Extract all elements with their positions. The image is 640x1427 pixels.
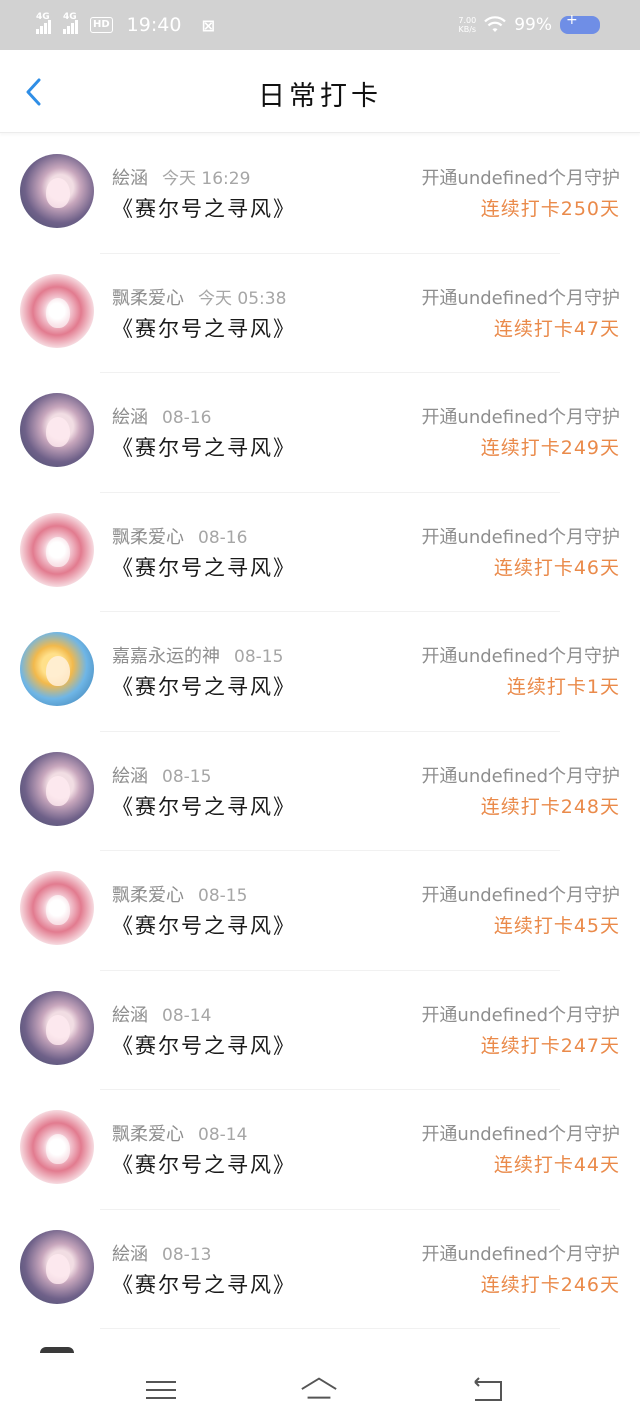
- user-name[interactable]: 絵涵: [112, 1005, 148, 1026]
- user-info: 飘柔爱心 08-15: [112, 881, 247, 907]
- user-info: 飘柔爱心 今天 05:38: [112, 284, 286, 310]
- user-info: 嘉嘉永运的神 08-15: [112, 642, 283, 668]
- book-title: 《赛尔号之寻风》: [112, 197, 296, 221]
- user-name[interactable]: 絵涵: [112, 407, 148, 428]
- battery-percent: 99%: [514, 15, 552, 35]
- avatar[interactable]: [20, 751, 94, 826]
- user-info: 絵涵 08-16: [112, 403, 211, 429]
- avatar[interactable]: [20, 990, 94, 1065]
- menu-icon[interactable]: [141, 1373, 181, 1407]
- avatar[interactable]: [20, 632, 94, 706]
- checkin-date: 今天 05:38: [198, 288, 287, 309]
- user-info: 絵涵 08-13: [112, 1240, 211, 1266]
- guard-info: 开通undefined个月守护: [421, 526, 620, 548]
- guard-info: 开通undefined个月守护: [421, 646, 620, 667]
- streak-count: 连续打卡1天: [506, 676, 620, 698]
- wifi-icon: [484, 16, 506, 32]
- guard-info: 开通undefined个月守护: [421, 1243, 620, 1265]
- checkin-date: 08-13: [162, 1244, 212, 1265]
- checkin-date: 08-15: [234, 647, 284, 667]
- avatar[interactable]: [20, 1229, 94, 1304]
- streak-count: 连续打卡246天: [480, 1273, 620, 1296]
- streak-count: 连续打卡46天: [493, 556, 620, 579]
- user-name[interactable]: 嘉嘉永运的神: [112, 646, 220, 667]
- user-name[interactable]: 飘柔爱心: [112, 885, 184, 906]
- list-item[interactable]: 絵涵 08-16 《赛尔号之寻风》 开通undefined个月守护 连续打卡249…: [0, 373, 640, 493]
- status-bar: 4G 4G HD 19:40 ⊠ 7.00 KB/s 99%: [0, 0, 640, 50]
- avatar[interactable]: [20, 273, 94, 348]
- hd-badge: HD: [90, 17, 113, 33]
- user-info: 絵涵 08-14: [112, 1001, 211, 1027]
- avatar[interactable]: [20, 1110, 94, 1184]
- avatar[interactable]: [20, 154, 94, 228]
- checkin-date: 08-16: [198, 527, 248, 548]
- back-arrow-icon[interactable]: [467, 1373, 507, 1407]
- checkin-date: 08-15: [162, 766, 212, 787]
- checkin-date: 今天 16:29: [162, 169, 251, 189]
- divider: [100, 1328, 560, 1329]
- guard-info: 开通undefined个月守护: [421, 168, 620, 189]
- user-name[interactable]: 飘柔爱心: [112, 527, 184, 548]
- list-item[interactable]: 飘柔爱心 08-14 《赛尔号之寻风》 开通undefined个月守护 连续打卡4…: [0, 1090, 640, 1210]
- book-title: 《赛尔号之寻风》: [112, 1153, 296, 1177]
- user-name[interactable]: 絵涵: [112, 766, 148, 787]
- book-title: 《赛尔号之寻风》: [112, 794, 296, 819]
- status-time: 19:40: [126, 14, 182, 36]
- user-name[interactable]: 絵涵: [112, 1244, 148, 1265]
- user-info: 絵涵 今天 16:29: [112, 164, 250, 190]
- guard-info: 开通undefined个月守护: [421, 407, 620, 428]
- guard-info: 开通undefined个月守护: [421, 1004, 620, 1026]
- streak-count: 连续打卡47天: [493, 317, 620, 340]
- guard-info: 开通undefined个月守护: [421, 765, 620, 787]
- list-item[interactable]: 絵涵 08-15 《赛尔号之寻风》 开通undefined个月守护 连续打卡248…: [0, 732, 640, 851]
- list-item[interactable]: 嘉嘉永运的神 08-15 《赛尔号之寻风》 开通undefined个月守护 连续打…: [0, 612, 640, 732]
- user-info: 飘柔爱心 08-16: [112, 523, 247, 549]
- signal-icon: 4G: [63, 12, 78, 34]
- avatar[interactable]: [20, 871, 94, 945]
- user-name[interactable]: 飘柔爱心: [112, 288, 184, 309]
- battery-icon: [560, 12, 600, 34]
- user-name[interactable]: 絵涵: [112, 168, 148, 189]
- checkin-list: 絵涵 今天 16:29 《赛尔号之寻风》 开通undefined个月守护 连续打卡…: [0, 134, 640, 1329]
- list-item[interactable]: 絵涵 08-13 《赛尔号之寻风》 开通undefined个月守护 连续打卡246…: [0, 1210, 640, 1329]
- network-speed: 7.00 KB/s: [458, 16, 477, 34]
- streak-count: 连续打卡44天: [493, 1154, 620, 1176]
- page-title: 日常打卡: [258, 81, 382, 112]
- book-title: 《赛尔号之寻风》: [112, 555, 296, 580]
- system-nav-bar: [0, 1355, 640, 1427]
- guard-info: 开通undefined个月守护: [421, 885, 620, 906]
- avatar[interactable]: [20, 512, 94, 587]
- list-item[interactable]: 絵涵 今天 16:29 《赛尔号之寻风》 开通undefined个月守护 连续打卡…: [0, 134, 640, 254]
- guard-info: 开通undefined个月守护: [421, 1124, 620, 1145]
- book-title: 《赛尔号之寻风》: [112, 1033, 296, 1058]
- partial-avatar: [40, 1347, 74, 1353]
- guard-info: 开通undefined个月守护: [421, 287, 620, 309]
- book-title: 《赛尔号之寻风》: [112, 1272, 296, 1297]
- streak-count: 连续打卡247天: [480, 1034, 620, 1057]
- checkin-date: 08-16: [162, 408, 212, 428]
- avatar[interactable]: [20, 393, 94, 467]
- book-title: 《赛尔号之寻风》: [112, 436, 296, 460]
- user-info: 飘柔爱心 08-14: [112, 1120, 247, 1146]
- notification-icon: ⊠: [201, 15, 215, 35]
- book-title: 《赛尔号之寻风》: [112, 675, 296, 699]
- streak-count: 连续打卡250天: [480, 198, 620, 220]
- list-item[interactable]: 飘柔爱心 08-16 《赛尔号之寻风》 开通undefined个月守护 连续打卡4…: [0, 493, 640, 612]
- home-icon[interactable]: [299, 1373, 339, 1407]
- list-item[interactable]: 飘柔爱心 08-15 《赛尔号之寻风》 开通undefined个月守护 连续打卡4…: [0, 851, 640, 971]
- streak-count: 连续打卡45天: [493, 915, 620, 937]
- user-name[interactable]: 飘柔爱心: [112, 1124, 184, 1145]
- app-header: 日常打卡: [0, 50, 640, 133]
- book-title: 《赛尔号之寻风》: [112, 316, 296, 341]
- signal-icon: 4G: [36, 12, 51, 34]
- list-item[interactable]: 絵涵 08-14 《赛尔号之寻风》 开通undefined个月守护 连续打卡247…: [0, 971, 640, 1090]
- checkin-date: 08-14: [198, 1125, 248, 1145]
- user-info: 絵涵 08-15: [112, 762, 211, 788]
- streak-count: 连续打卡249天: [480, 437, 620, 459]
- checkin-date: 08-15: [198, 886, 248, 906]
- book-title: 《赛尔号之寻风》: [112, 914, 296, 938]
- list-item[interactable]: 飘柔爱心 今天 05:38 《赛尔号之寻风》 开通undefined个月守护 连续…: [0, 254, 640, 373]
- checkin-date: 08-14: [162, 1005, 212, 1026]
- streak-count: 连续打卡248天: [480, 795, 620, 818]
